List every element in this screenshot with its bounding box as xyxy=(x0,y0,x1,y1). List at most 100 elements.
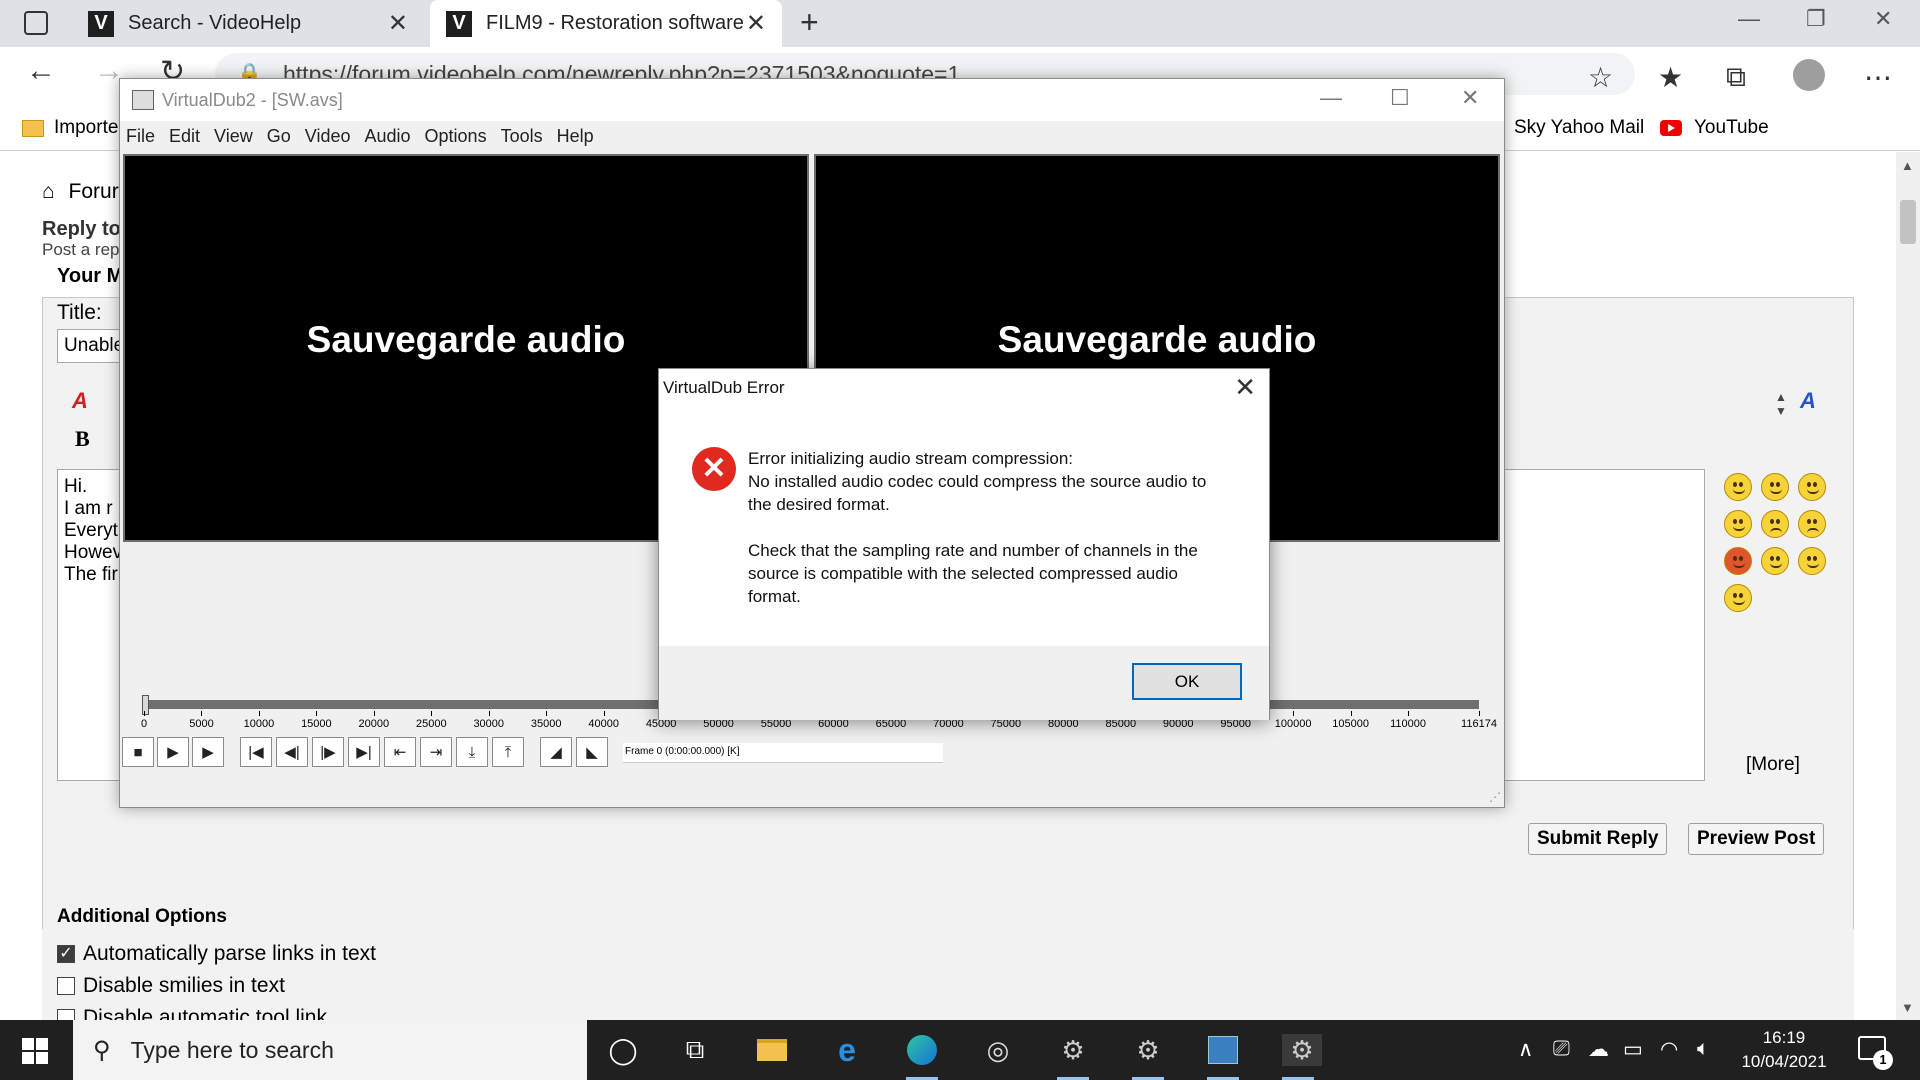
smiley-icon[interactable] xyxy=(1724,473,1752,501)
smiley-icon[interactable] xyxy=(1724,584,1752,612)
smiley-icon[interactable] xyxy=(1798,547,1826,575)
more-smilies-link[interactable]: [More] xyxy=(1746,754,1800,776)
prev-keyframe-button[interactable]: ⇤ xyxy=(384,737,416,767)
file-explorer-icon[interactable] xyxy=(756,1034,788,1066)
virtualdub-titlebar[interactable]: VirtualDub2 - [SW.avs] — ☐ ✕ xyxy=(120,79,1504,121)
page-scrollbar[interactable]: ▲ ▼ xyxy=(1896,152,1920,1020)
error-dialog: VirtualDub Error ✕ ✕ Error initializing … xyxy=(658,368,1270,720)
menu-audio[interactable]: Audio xyxy=(364,126,410,150)
mark-out-button[interactable]: ◣ xyxy=(576,737,608,767)
option-disable-tool-link[interactable]: Disable automatic tool link xyxy=(57,1006,327,1020)
checkbox[interactable] xyxy=(57,1009,75,1020)
youtube-icon xyxy=(1660,120,1682,136)
scroll-down-icon[interactable]: ▼ xyxy=(1901,1000,1914,1015)
close-icon[interactable]: ✕ xyxy=(1234,372,1256,403)
scroll-up-icon[interactable]: ▲ xyxy=(1901,158,1914,173)
smiley-icon[interactable] xyxy=(1724,510,1752,538)
back-icon[interactable]: ← xyxy=(26,54,56,88)
restore-icon[interactable]: ❐ xyxy=(1806,6,1826,32)
menu-go[interactable]: Go xyxy=(267,126,291,150)
favorites-icon[interactable]: ★ xyxy=(1658,61,1683,94)
menu-file[interactable]: File xyxy=(126,126,155,150)
task-view-icon[interactable]: ⧉ xyxy=(679,1034,711,1066)
menu-edit[interactable]: Edit xyxy=(169,126,200,150)
new-tab-icon[interactable]: + xyxy=(800,4,819,41)
app-icon[interactable]: ◎ xyxy=(982,1034,1014,1066)
bold-icon[interactable]: B xyxy=(75,426,90,452)
more-options-icon[interactable]: ⋯ xyxy=(1864,61,1892,94)
prev-frame-button[interactable]: ◀| xyxy=(276,737,308,767)
font-color-icon[interactable]: A xyxy=(72,388,88,414)
play-output-button[interactable]: ▶ xyxy=(192,737,224,767)
menu-video[interactable]: Video xyxy=(305,126,351,150)
meet-now-icon[interactable]: ⎚ xyxy=(1553,1037,1570,1061)
menu-tools[interactable]: Tools xyxy=(501,126,543,150)
add-favorite-icon[interactable]: ☆ xyxy=(1588,61,1613,94)
preview-post-button[interactable]: Preview Post xyxy=(1688,823,1825,855)
favorite-imported[interactable]: Importe xyxy=(22,117,118,139)
option-parse-links[interactable]: ✓ Automatically parse links in text xyxy=(57,942,376,966)
settings-gear-icon[interactable]: ⚙ xyxy=(1132,1034,1164,1080)
smiley-icon[interactable] xyxy=(1761,510,1789,538)
scene-prev-button[interactable]: ⤓ xyxy=(456,737,488,767)
timeline-tick-mark xyxy=(201,711,203,716)
collections-icon[interactable]: ⧉ xyxy=(1726,61,1746,94)
play-input-button[interactable]: ▶ xyxy=(157,737,189,767)
taskbar-clock[interactable]: 16:19 10/04/2021 xyxy=(1724,1026,1844,1074)
minimize-icon[interactable]: — xyxy=(1738,6,1760,32)
favorite-youtube[interactable]: YouTube xyxy=(1660,117,1769,139)
font-style-icon[interactable]: A xyxy=(1800,388,1816,414)
close-tab-icon[interactable]: ✕ xyxy=(746,9,766,38)
close-window-icon[interactable]: ✕ xyxy=(1874,6,1892,32)
next-frame-button[interactable]: |▶ xyxy=(312,737,344,767)
virtualdub-taskbar-icon[interactable] xyxy=(1207,1034,1239,1080)
smiley-icon[interactable] xyxy=(1798,473,1826,501)
start-windows-icon[interactable] xyxy=(22,1038,48,1064)
scene-next-button[interactable]: ⤒ xyxy=(492,737,524,767)
smiley-icon[interactable] xyxy=(1798,510,1826,538)
stop-button[interactable]: ■ xyxy=(122,737,154,767)
smiley-icon[interactable] xyxy=(1761,547,1789,575)
internet-explorer-icon[interactable]: e xyxy=(831,1032,863,1068)
go-end-button[interactable]: ▶| xyxy=(348,737,380,767)
profile-avatar[interactable] xyxy=(1793,59,1825,91)
timeline-tick-label: 5000 xyxy=(189,718,214,730)
battery-icon[interactable]: ▭ xyxy=(1623,1037,1643,1062)
close-icon[interactable]: ✕ xyxy=(1461,85,1479,111)
tab-film9[interactable]: V FILM9 - Restoration software for ✕ xyxy=(430,0,782,47)
tab-search-videohelp[interactable]: V Search - VideoHelp ✕ xyxy=(72,0,424,47)
go-start-button[interactable]: |◀ xyxy=(240,737,272,767)
breadcrumb[interactable]: ⌂ Forur xyxy=(42,180,119,204)
smiley-icon[interactable] xyxy=(1724,547,1752,575)
edge-icon[interactable] xyxy=(906,1034,938,1080)
close-tab-icon[interactable]: ✕ xyxy=(388,9,408,38)
checkbox[interactable] xyxy=(57,977,75,995)
tab-actions-icon[interactable] xyxy=(24,11,48,35)
smiley-icon[interactable] xyxy=(1761,473,1789,501)
checkbox-checked[interactable]: ✓ xyxy=(57,945,75,963)
maximize-icon[interactable]: ☐ xyxy=(1390,85,1410,111)
minimize-icon[interactable]: — xyxy=(1320,85,1342,111)
tab-title: FILM9 - Restoration software for xyxy=(486,12,746,34)
chevron-up-icon[interactable]: ∧ xyxy=(1518,1037,1533,1062)
submit-reply-button[interactable]: Submit Reply xyxy=(1528,823,1668,855)
menu-options[interactable]: Options xyxy=(425,126,487,150)
settings-gear-icon[interactable]: ⚙ xyxy=(1057,1034,1089,1080)
volume-icon[interactable]: 🔈︎ xyxy=(1697,1037,1710,1061)
mark-in-button[interactable]: ◢ xyxy=(540,737,572,767)
onedrive-icon[interactable]: ☁ xyxy=(1588,1037,1609,1062)
menu-help[interactable]: Help xyxy=(557,126,594,150)
next-keyframe-button[interactable]: ⇥ xyxy=(420,737,452,767)
cortana-icon[interactable]: ◯ xyxy=(607,1034,639,1066)
text-size-icon[interactable]: ▲ ▼ xyxy=(1775,390,1787,418)
menu-view[interactable]: View xyxy=(214,126,253,150)
favorite-sky-yahoo[interactable]: Sky Yahoo Mail xyxy=(1514,117,1644,139)
ok-button[interactable]: OK xyxy=(1132,663,1242,700)
timeline-tick-label: 40000 xyxy=(588,718,619,730)
settings-gear-icon[interactable]: ⚙ xyxy=(1282,1034,1322,1080)
option-disable-smilies[interactable]: Disable smilies in text xyxy=(57,974,285,998)
scroll-thumb[interactable] xyxy=(1900,200,1916,244)
taskbar-search[interactable]: ⚲ Type here to search xyxy=(73,1020,587,1080)
resize-grip[interactable]: ⋰ xyxy=(1489,790,1501,804)
wifi-icon[interactable]: ◠ xyxy=(1660,1037,1678,1062)
